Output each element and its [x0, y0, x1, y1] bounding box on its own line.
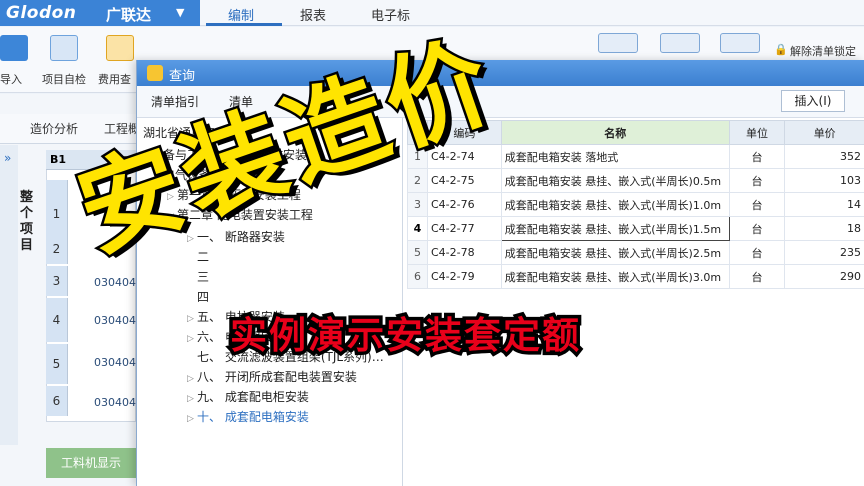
overlay-subtitle: 实例演示安装套定额 — [227, 311, 583, 361]
tree-item[interactable]: ▷ 九、 成套配电柜安装 — [187, 388, 309, 405]
logo-brand-cn: 广联达 — [106, 6, 152, 24]
cell-price[interactable]: 18 — [784, 216, 864, 241]
header-price[interactable]: 单价 — [784, 120, 864, 145]
tree-item-label: 八、 开闭所成套配电装置安装 — [197, 370, 357, 384]
table-row[interactable]: 4 C4-2-77 成套配电箱安装 悬挂、嵌入式(半周长)1.5m 台 18 — [407, 216, 864, 241]
grid-row-number[interactable]: 5 — [46, 344, 68, 384]
cell-unit[interactable]: 台 — [728, 216, 786, 241]
cell-unit[interactable]: 台 — [728, 192, 786, 217]
side-strip: » — [0, 145, 18, 445]
grid-row-number[interactable]: 2 — [46, 234, 68, 264]
cell-code[interactable]: C4-2-78 — [426, 240, 502, 265]
cell-price[interactable]: 103 — [784, 168, 864, 193]
tree-item-label: 十、 成套配电箱安装 — [197, 410, 309, 424]
logo-text: Glodon — [6, 3, 77, 23]
material-display-button[interactable]: 工料机显示 — [46, 448, 136, 478]
lock-icon: 🔒 — [774, 43, 788, 56]
tree-item-label: 四 — [197, 290, 210, 304]
cell-name[interactable]: 成套配电箱安装 悬挂、嵌入式(半周长)1.5m — [500, 216, 730, 241]
menu-tab-edit[interactable]: 编制 — [228, 5, 254, 24]
query-icon — [147, 65, 163, 81]
cell-name[interactable]: 成套配电箱安装 悬挂、嵌入式(半周长)0.5m — [500, 168, 730, 193]
cell-code[interactable]: C4-2-79 — [426, 264, 502, 289]
cell-unit[interactable]: 台 — [728, 240, 786, 265]
cell-code[interactable]: C4-2-76 — [426, 192, 502, 217]
chevron-right-icon[interactable]: » — [4, 151, 11, 165]
tree-item[interactable]: ▷ 十、 成套配电箱安装 — [187, 408, 309, 425]
unlock-list-button[interactable]: 解除清单锁定 — [790, 43, 856, 59]
project-check-button-label[interactable]: 项目自检 — [42, 71, 86, 87]
expand-toggle-icon[interactable]: ▷ — [187, 334, 197, 344]
cell-unit[interactable]: 台 — [728, 264, 786, 289]
table-row[interactable]: 6 C4-2-79 成套配电箱安装 悬挂、嵌入式(半周长)3.0m 台 290 — [407, 264, 864, 289]
table-row[interactable]: 3 C4-2-76 成套配电箱安装 悬挂、嵌入式(半周长)1.0m 台 14 — [407, 192, 864, 217]
cell-name[interactable]: 成套配电箱安装 悬挂、嵌入式(半周长)2.5m — [500, 240, 730, 265]
cell-price[interactable]: 290 — [784, 264, 864, 289]
cell-name[interactable]: 成套配电箱安装 悬挂、嵌入式(半周长)3.0m — [500, 264, 730, 289]
project-check-icon[interactable] — [50, 35, 78, 61]
expand-toggle-icon[interactable]: ▷ — [187, 414, 197, 424]
tree-item[interactable]: ▷ 八、 开闭所成套配电装置安装 — [187, 368, 357, 385]
row-number[interactable]: 4 — [407, 216, 428, 241]
cell-price[interactable]: 14 — [784, 192, 864, 217]
import-button-label[interactable]: 导入 — [0, 71, 22, 87]
expand-toggle-icon[interactable]: ▷ — [187, 374, 197, 384]
whole-project-label[interactable]: 整个项目 — [20, 190, 36, 254]
app-logo[interactable]: Glodon 广联达 ▼ — [0, 0, 200, 26]
layout-tool-icon[interactable] — [720, 33, 760, 53]
grid-row-number[interactable]: 4 — [46, 298, 68, 342]
expand-toggle-icon[interactable]: ▷ — [187, 314, 197, 324]
grid-tool-icon[interactable] — [660, 33, 700, 53]
grid-row-number[interactable]: 3 — [46, 266, 68, 296]
tree-item-label: 三 — [197, 270, 210, 284]
expand-toggle-icon[interactable]: ▷ — [187, 394, 197, 404]
header-unit[interactable]: 单位 — [728, 120, 786, 145]
menu-tab-report[interactable]: 报表 — [300, 5, 326, 24]
chevron-down-icon[interactable]: ▼ — [176, 6, 184, 19]
table-tool-icon[interactable] — [598, 33, 638, 53]
active-tab-indicator — [206, 23, 282, 26]
cell-price[interactable]: 352 — [784, 144, 864, 169]
row-number[interactable]: 6 — [407, 264, 428, 289]
cell-name[interactable]: 成套配电箱安装 落地式 — [500, 144, 730, 169]
header-name[interactable]: 名称 — [500, 120, 730, 145]
grid-row-number[interactable]: 6 — [46, 386, 68, 416]
insert-button[interactable]: 插入(I) — [781, 90, 845, 112]
cell-code[interactable]: C4-2-77 — [426, 216, 502, 241]
cell-name[interactable]: 成套配电箱安装 悬挂、嵌入式(半周长)1.0m — [500, 192, 730, 217]
cell-price[interactable]: 235 — [784, 240, 864, 265]
tree-item-label: 九、 成套配电柜安装 — [197, 390, 309, 404]
import-icon[interactable] — [0, 35, 28, 61]
cell-unit[interactable]: 台 — [728, 144, 786, 169]
screen: Glodon 广联达 ▼ 编制 报表 电子标 导入 项目自检 费用查 🔒 解除清… — [0, 0, 864, 486]
table-row[interactable]: 5 C4-2-78 成套配电箱安装 悬挂、嵌入式(半周长)2.5m 台 235 — [407, 240, 864, 265]
fee-check-icon[interactable] — [106, 35, 134, 61]
fee-check-button-label[interactable]: 费用查 — [98, 71, 131, 87]
cell-unit[interactable]: 台 — [728, 168, 786, 193]
row-number[interactable]: 5 — [407, 240, 428, 265]
tree-item[interactable]: 四 — [187, 288, 209, 305]
